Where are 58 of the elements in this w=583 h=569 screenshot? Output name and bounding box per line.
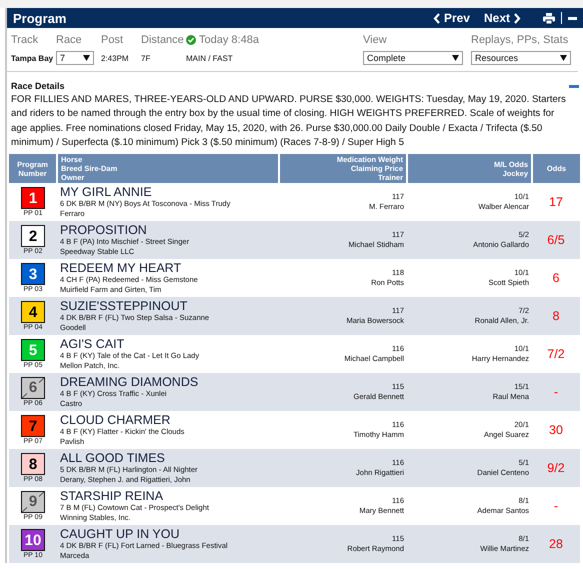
minimize-icon[interactable]	[568, 16, 577, 20]
field-label: Race	[56, 34, 83, 46]
odds-value: 30	[532, 411, 580, 450]
view-dropdown[interactable]: Complete	[363, 51, 463, 65]
odds-value: 8	[532, 297, 580, 336]
horse-name: ALL GOOD TIMES	[60, 451, 166, 466]
race-dropdown[interactable]: 7	[56, 51, 94, 65]
distance-value: 7F	[141, 54, 152, 62]
saddle-cloth: 6	[21, 377, 45, 400]
field-label: Distance	[141, 34, 185, 46]
saddle-cloth: 4	[21, 301, 45, 324]
odds-value: 7/2	[532, 335, 580, 374]
saddle-cloth: 3	[21, 263, 45, 286]
horse-name: AGI'S CAIT	[60, 337, 126, 352]
odds-value: -	[532, 373, 580, 412]
horse-name: REDEEM MY HEART	[60, 261, 182, 276]
caret-icon	[83, 55, 90, 61]
saddle-cloth: 8	[21, 453, 45, 476]
check-icon	[186, 35, 196, 45]
chevron-right-icon	[513, 12, 521, 24]
next-button[interactable]: Next	[484, 11, 521, 25]
saddle-cloth: 7	[21, 415, 45, 438]
caret-icon	[560, 55, 567, 61]
prev-button[interactable]: Prev	[432, 11, 470, 25]
track-name: Tampa Bay	[11, 54, 54, 62]
field-label: Track	[11, 34, 40, 46]
window-title: Program	[13, 10, 68, 26]
post-time: 2:43PM	[101, 54, 130, 62]
print-icon[interactable]	[543, 12, 555, 24]
status-text: Today 8:48a	[199, 34, 259, 46]
saddle-cloth: 5	[21, 339, 45, 362]
horse-name: SUZIE'SSTEPPINOUT	[60, 299, 188, 314]
horse-name: PROPOSITION	[60, 223, 148, 238]
field-label: Post	[101, 34, 124, 46]
horse-name: CAUGHT UP IN YOU	[60, 527, 180, 542]
odds-value: -	[532, 487, 580, 526]
odds-value: 6/5	[532, 221, 580, 260]
chevron-left-icon	[432, 12, 441, 24]
race-conditions: FOR FILLIES AND MARES, THREE-YEARS-OLD AND UPWARD. PURSE $30,000. WEIGHTS: Tuesday, May 19, 2020. Starters and riders to be named through the entry box by the usual time of closing. HIGH WEIGHTS PREFERRED. Scale of weights for age applies. Free nominations closed Friday, May 15, 2020, with 26. Purse $30,000.00 Daily Double / Exacta / Trifecta ($.50 minimum) / Superfecta ($.10 minimum) Pick 3 ($.50 minimum) (Races 7-8-9) / Super High 5	[10, 93, 567, 150]
surface-value: MAIN / FAST	[186, 54, 234, 62]
resources-dropdown[interactable]: Resources	[471, 51, 571, 65]
saddle-cloth: 2	[21, 225, 45, 248]
horse-name: CLOUD CHARMER	[60, 413, 172, 428]
section-title: Race Details	[11, 81, 65, 91]
saddle-cloth: 9	[21, 491, 45, 514]
field-label: View	[363, 34, 388, 46]
horse-name: DREAMING DIAMONDS	[60, 375, 200, 390]
odds-value: 28	[532, 525, 580, 564]
collapse-icon[interactable]	[569, 84, 579, 88]
saddle-cloth: 10	[21, 529, 45, 552]
odds-value: 17	[532, 183, 580, 222]
caret-icon	[452, 55, 459, 61]
field-label: Replays, PPs, Stats	[471, 34, 570, 46]
saddle-cloth: 1	[21, 187, 45, 210]
odds-value: 9/2	[532, 449, 580, 488]
odds-value: 6	[532, 259, 580, 298]
horse-name: STARSHIP REINA	[60, 489, 164, 504]
horse-name: MY GIRL ANNIE	[60, 185, 153, 200]
